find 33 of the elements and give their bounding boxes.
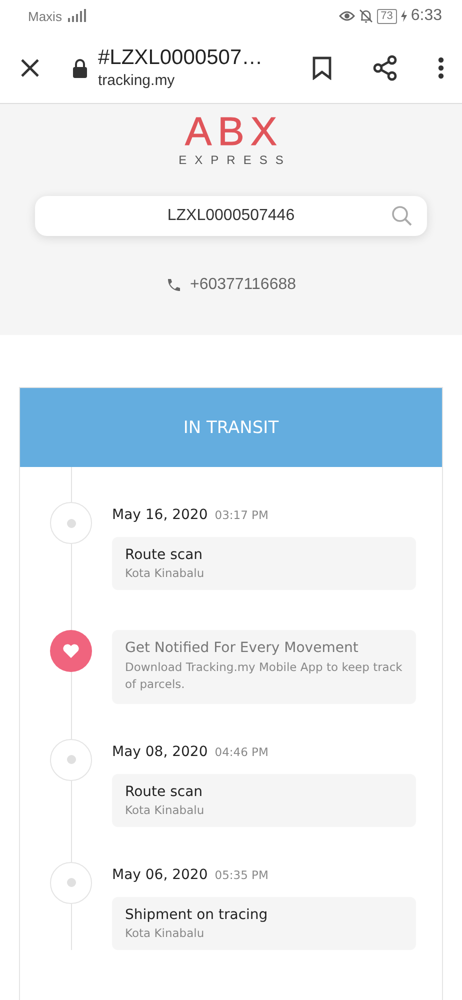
promo-text: Download Tracking.my Mobile App to keep track of parcels. bbox=[125, 659, 403, 694]
phone-number[interactable]: +60377116688 bbox=[190, 276, 296, 294]
event-title: Shipment on tracing bbox=[125, 906, 269, 922]
event-location: Kota Kinabalu bbox=[125, 926, 206, 940]
search-field[interactable]: LZXL0000507446 bbox=[35, 196, 427, 236]
event-date: May 08, 2020 bbox=[112, 744, 208, 760]
shipment-status-banner: IN TRANSIT bbox=[20, 388, 442, 467]
more-menu-icon[interactable] bbox=[438, 56, 444, 78]
eye-icon bbox=[338, 10, 355, 22]
event-time: 05:35 PM bbox=[214, 868, 268, 882]
clock-time: 6:33 bbox=[410, 7, 442, 25]
company-logo: ABX EXPRESS bbox=[178, 112, 284, 166]
page-url: tracking.my bbox=[98, 72, 176, 89]
lock-icon bbox=[72, 58, 88, 78]
event-title: Route scan bbox=[125, 547, 204, 563]
promo-card[interactable]: Get Notified For Every Movement Download Tracking.my Mobile App to keep track of parcels. bbox=[112, 630, 416, 704]
event-time: 03:17 PM bbox=[214, 508, 268, 522]
bell-off-icon bbox=[358, 9, 373, 23]
share-icon[interactable] bbox=[372, 54, 398, 80]
phone-icon bbox=[166, 277, 182, 293]
bookmark-icon[interactable] bbox=[312, 56, 332, 80]
event-location: Kota Kinabalu bbox=[125, 802, 206, 816]
charging-icon bbox=[400, 10, 407, 22]
event-title: Route scan bbox=[125, 784, 204, 800]
battery-level: 73 bbox=[376, 8, 397, 24]
promo-title: Get Notified For Every Movement bbox=[125, 640, 360, 656]
page-title: #LZXL0000507… bbox=[98, 46, 264, 70]
event-time: 04:46 PM bbox=[214, 744, 268, 758]
event-location: Kota Kinabalu bbox=[125, 566, 206, 580]
event-date: May 16, 2020 bbox=[112, 507, 208, 523]
close-icon[interactable] bbox=[20, 58, 40, 78]
event-date: May 06, 2020 bbox=[112, 866, 208, 882]
carrier-name: Maxis bbox=[28, 8, 62, 24]
